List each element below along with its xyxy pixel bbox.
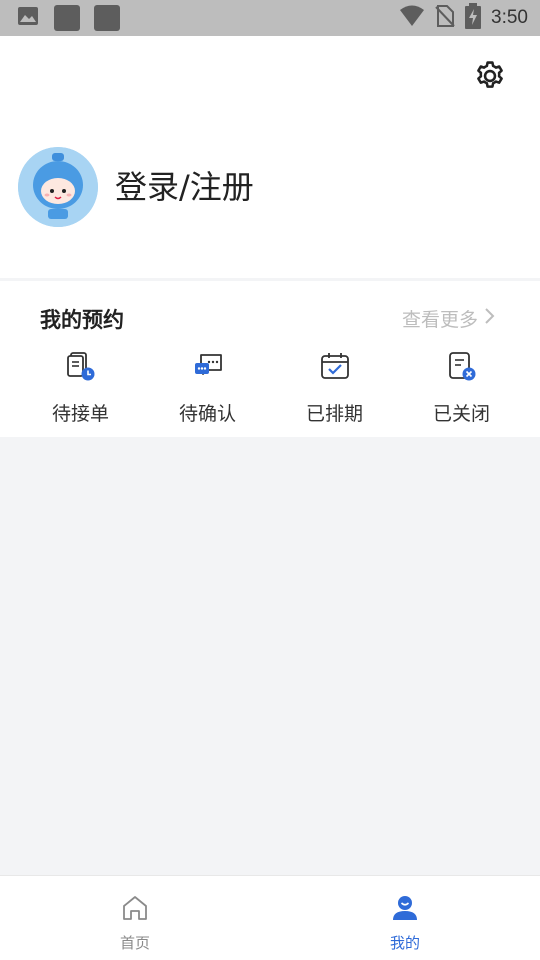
- status-item-scheduled[interactable]: 已排期: [271, 349, 398, 426]
- appointments-card: 我的预约 查看更多 待接单 待确认 已排期 已关闭: [0, 281, 540, 437]
- user-icon: [391, 894, 419, 926]
- nav-item-home[interactable]: 首页: [0, 876, 270, 960]
- document-closed-icon: [445, 349, 479, 383]
- calendar-check-icon: [318, 349, 352, 383]
- status-bar: 3:50: [0, 0, 540, 36]
- status-time: 3:50: [491, 7, 528, 28]
- nav-item-mine[interactable]: 我的: [270, 876, 540, 960]
- screen: 3:50 登录/注册 我的预约 查看更多 待接单 待确认 已排期 已关闭 首页 …: [0, 0, 540, 960]
- wifi-icon: [399, 5, 425, 31]
- avatar[interactable]: [18, 147, 98, 227]
- chat-confirm-icon: [191, 349, 225, 383]
- profile-header: 登录/注册: [0, 36, 540, 278]
- nav-label-mine: 我的: [389, 934, 420, 952]
- battery-charging-icon: [465, 3, 482, 33]
- status-item-label: 已关闭: [432, 403, 490, 425]
- no-sim-icon: [435, 4, 455, 32]
- status-item-label: 已排期: [305, 403, 363, 425]
- view-more-link[interactable]: 查看更多: [402, 305, 496, 332]
- nav-label-home: 首页: [119, 934, 150, 952]
- status-item-label: 待确认: [178, 403, 236, 425]
- status-item-closed[interactable]: 已关闭: [398, 349, 525, 426]
- settings-button[interactable]: [472, 60, 508, 96]
- app-square-icon: [54, 5, 80, 31]
- image-icon: [16, 4, 40, 32]
- status-item-pending-order[interactable]: 待接单: [17, 349, 144, 426]
- home-icon: [121, 894, 149, 926]
- pending-order-icon: [64, 349, 98, 383]
- appointments-title: 我的预约: [40, 308, 124, 332]
- gear-icon: [473, 59, 507, 97]
- view-more-label: 查看更多: [401, 309, 478, 331]
- status-item-label: 待接单: [51, 403, 109, 425]
- status-item-to-confirm[interactable]: 待确认: [144, 349, 271, 426]
- login-register-link[interactable]: 登录/注册: [115, 167, 254, 207]
- bottom-nav: 首页 我的: [0, 875, 540, 960]
- app-square-icon: [94, 5, 120, 31]
- appointment-status-list: 待接单 待确认 已排期 已关闭: [0, 349, 540, 426]
- chevron-right-icon: [484, 307, 496, 330]
